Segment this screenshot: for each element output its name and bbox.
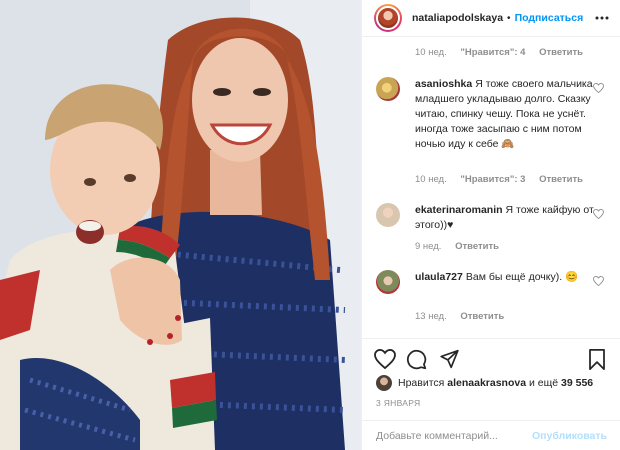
add-comment-bar: Опубликовать [362,420,620,450]
commenter-avatar[interactable] [376,203,400,227]
bookmark-icon[interactable] [588,349,606,373]
heart-icon[interactable] [374,348,396,372]
commenter-username[interactable]: ulaula727 [415,271,463,283]
more-horizontal-icon[interactable] [595,11,609,28]
share-icon[interactable] [439,349,460,372]
liker-avatar[interactable] [376,375,392,391]
reply-button[interactable]: Ответить [539,174,583,185]
post-date[interactable]: 3 ЯНВАРЯ [376,398,420,408]
comment-meta: 10 нед. "Нравится": 4 Ответить [415,47,594,58]
comment-text: ulaula727 Вам бы ещё дочку). 😊 [415,270,595,285]
commenter-avatar[interactable] [376,270,400,294]
publish-button[interactable]: Опубликовать [532,430,607,442]
reply-button[interactable]: Ответить [539,47,583,58]
post-side-panel: nataliapodolskaya • Подписаться 10 нед. … [361,0,620,450]
comment-text: asanioshka Я тоже своего мальчика младшег… [415,77,595,152]
commenter-username[interactable]: asanioshka [415,78,472,90]
post-photo[interactable] [0,0,361,450]
comment-like-heart-icon[interactable] [593,275,604,289]
photo-illustration [0,0,361,450]
likes-prefix: Нравится [398,377,445,389]
reply-button[interactable]: Ответить [460,311,504,322]
commenter-username[interactable]: ekaterinaromanin [415,204,503,216]
reply-button[interactable]: Ответить [455,241,499,252]
comments-list[interactable]: 10 нед. "Нравится": 4 Ответить asanioshk… [362,37,620,336]
liker-username[interactable]: alenaakrasnova [447,377,526,389]
add-comment-input[interactable] [376,429,533,442]
comment-time[interactable]: 10 нед. [415,174,447,185]
comment-like-heart-icon[interactable] [593,208,604,222]
comment-time[interactable]: 9 нед. [415,241,441,252]
comment-time[interactable]: 13 нед. [415,311,447,322]
comment-time[interactable]: 10 нед. [415,47,447,58]
instagram-post: nataliapodolskaya • Подписаться 10 нед. … [0,0,620,450]
comment-meta: 9 нед. Ответить [415,241,510,252]
comment-meta: 10 нед. "Нравится": 3 Ответить [415,174,594,185]
likes-summary: Нравится alenaakrasnova и ещё 39 556 [376,375,593,391]
comment-like-count[interactable]: "Нравится": 4 [460,47,525,58]
action-bar [362,338,620,378]
comment-like-heart-icon[interactable] [593,82,604,96]
likes-middle: и ещё [529,377,559,389]
comment-text: ekaterinaromanin Я тоже кайфую от этого))… [415,203,595,233]
comment-like-count[interactable]: "Нравится": 3 [460,174,525,185]
post-header: nataliapodolskaya • Подписаться [362,0,620,37]
comment-meta: 13 нед. Ответить [415,311,515,322]
author-username[interactable]: nataliapodolskaya [412,12,503,24]
follow-button[interactable]: Подписаться [515,12,584,24]
profile-avatar[interactable] [374,4,402,32]
header-separator: • [507,12,511,24]
comment-icon[interactable] [406,349,427,373]
likes-count[interactable]: 39 556 [561,377,593,389]
comment-body: Вам бы ещё дочку). 😊 [465,271,579,283]
commenter-avatar[interactable] [376,77,400,101]
avatar-image [376,6,400,30]
